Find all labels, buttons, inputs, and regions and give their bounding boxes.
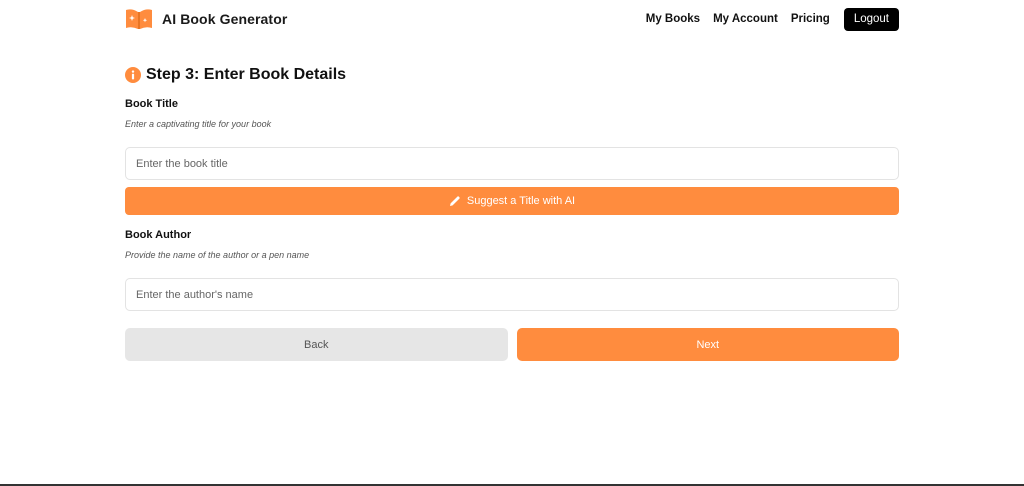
brand[interactable]: AI Book Generator xyxy=(125,7,287,31)
pencil-icon xyxy=(449,195,461,207)
logout-button[interactable]: Logout xyxy=(843,7,899,31)
next-button[interactable]: Next xyxy=(516,328,899,361)
step-heading: Step 3: Enter Book Details xyxy=(125,60,899,90)
nav-link-pricing[interactable]: Pricing xyxy=(791,13,830,25)
navbar: AI Book Generator My Books My Account Pr… xyxy=(125,0,899,38)
suggest-title-label: Suggest a Title with AI xyxy=(466,195,576,207)
nav-links: My Books My Account Pricing Logout xyxy=(646,7,899,31)
book-title-input[interactable] xyxy=(125,147,899,180)
open-book-sparkle-icon xyxy=(125,7,153,31)
suggest-title-button[interactable]: Suggest a Title with AI xyxy=(125,187,899,215)
back-button[interactable]: Back xyxy=(125,328,508,361)
step-title: Step 3: Enter Book Details xyxy=(146,66,347,83)
form-actions: Back Next xyxy=(125,328,899,361)
nav-link-my-books[interactable]: My Books xyxy=(646,13,700,25)
book-author-input[interactable] xyxy=(125,278,899,311)
nav-link-my-account[interactable]: My Account xyxy=(713,13,778,25)
book-title-label: Book Title xyxy=(125,98,178,110)
book-title-hint: Enter a captivating title for your book xyxy=(125,119,272,129)
book-author-hint: Provide the name of the author or a pen … xyxy=(125,250,310,260)
page: AI Book Generator My Books My Account Pr… xyxy=(0,0,1024,486)
info-icon xyxy=(125,67,141,83)
book-details-form: Step 3: Enter Book Details Book Title En… xyxy=(125,60,899,361)
book-author-label: Book Author xyxy=(125,229,192,241)
brand-name: AI Book Generator xyxy=(162,11,288,27)
